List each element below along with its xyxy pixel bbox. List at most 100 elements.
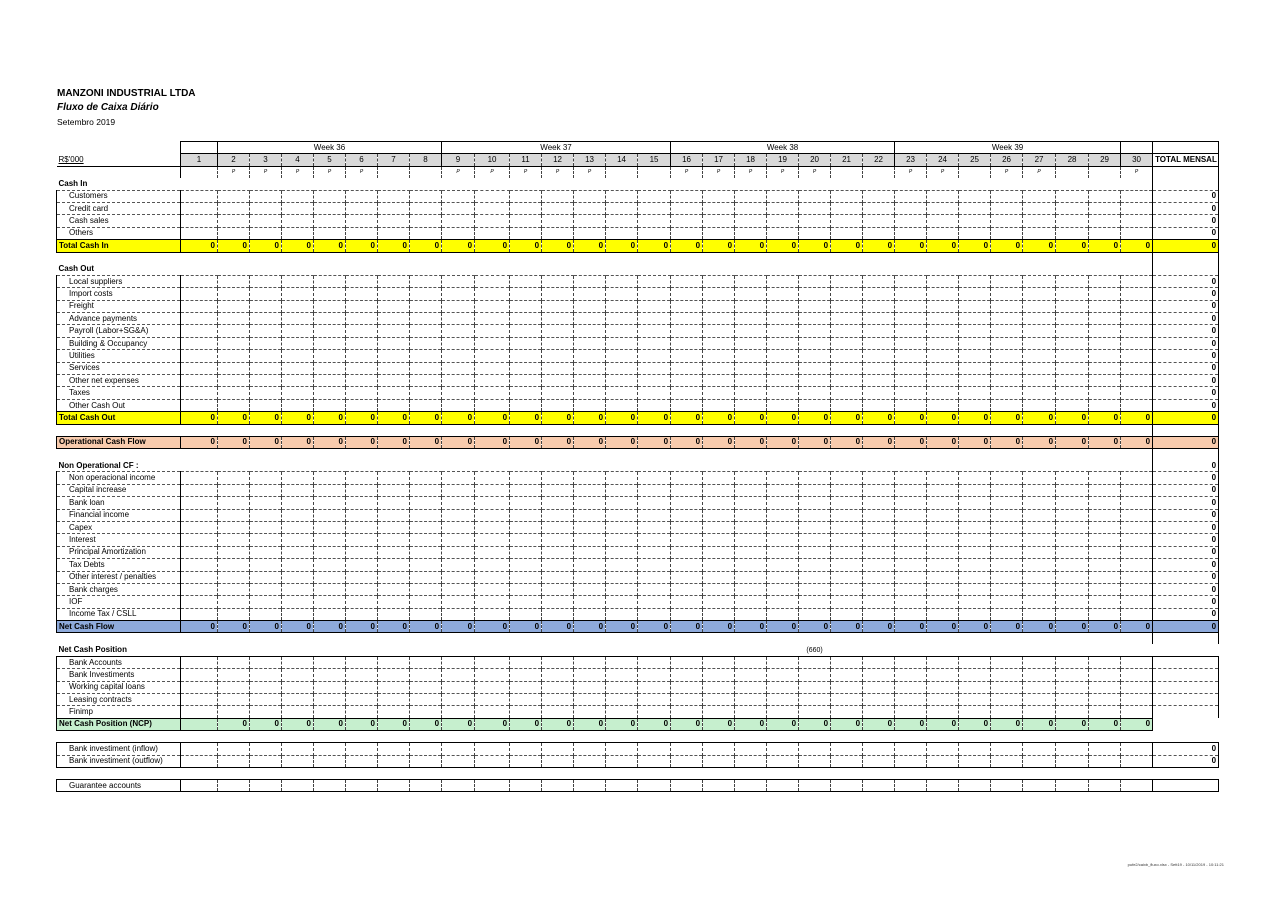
day-total: 0 (1120, 620, 1153, 634)
total-cash-in-value: 0 (1152, 239, 1220, 253)
day-cell (958, 558, 991, 571)
day-cell (573, 274, 606, 288)
day-cell (377, 655, 410, 669)
day-cell (345, 189, 378, 203)
day-cell (217, 287, 250, 301)
day-cell (313, 508, 346, 522)
day-total: 0 (217, 717, 250, 732)
day-cell (958, 655, 991, 669)
empty-cell (475, 644, 510, 656)
day-cell (408, 189, 442, 203)
spacer (1089, 767, 1121, 779)
day-cell (637, 483, 671, 497)
day-total: 0 (702, 620, 735, 634)
day-cell (926, 471, 959, 485)
day-cell (573, 299, 606, 313)
day-cell (474, 520, 510, 534)
spacer-total (1152, 448, 1220, 460)
empty-cell (1056, 460, 1089, 472)
day-cell (958, 374, 991, 387)
day-cell (1120, 558, 1153, 571)
day-cell (474, 496, 510, 510)
day-cell (281, 558, 314, 571)
day-header-30: 30 (1120, 153, 1153, 167)
day-cell (1022, 595, 1056, 609)
day-cell (670, 520, 703, 534)
day-cell (180, 655, 218, 669)
day-total: 0 (217, 435, 250, 450)
day-cell (408, 545, 442, 559)
operational-cash-flow-value: 0 (1152, 435, 1220, 450)
day-cell (474, 680, 510, 694)
empty-cell (1089, 460, 1121, 472)
day-cell (894, 336, 927, 350)
p-mark: P (990, 166, 1023, 179)
day-cell (830, 655, 863, 669)
day-cell (1055, 398, 1089, 412)
day-total: 0 (637, 435, 671, 450)
day-total: 0 (408, 411, 442, 425)
day-total: 0 (541, 411, 574, 425)
day-cell (1055, 558, 1089, 571)
day-cell (180, 545, 218, 559)
spacer (1023, 448, 1056, 460)
day-cell (281, 778, 314, 793)
day-cell (637, 705, 671, 719)
day-cell (408, 349, 442, 363)
empty-cell (542, 178, 574, 190)
day-cell (217, 595, 250, 609)
day-cell (734, 655, 767, 669)
day-cell (798, 214, 831, 228)
day-cell (1055, 508, 1089, 522)
day-cell (217, 570, 250, 584)
day-cell (766, 496, 799, 510)
day-total: 0 (377, 411, 410, 425)
day-cell (441, 778, 475, 793)
day-total: 0 (862, 717, 895, 732)
day-cell (509, 496, 542, 510)
day-total: 0 (345, 239, 378, 253)
non-op-item-row: IOF 0 (56, 595, 1220, 609)
empty-cell (475, 460, 510, 472)
day-cell (830, 299, 863, 313)
day-cell (249, 336, 282, 350)
day-cell (217, 778, 250, 793)
day-cell (926, 742, 959, 756)
day-cell (408, 386, 442, 400)
spacer (1023, 731, 1056, 743)
cash-out-item-row: Advance payments 0 (56, 312, 1220, 325)
day-header-4: 4 (281, 153, 314, 167)
day-header-17: 17 (702, 153, 735, 167)
empty-cell (410, 644, 442, 656)
cash-in-item-row: Cash sales 0 (56, 214, 1220, 228)
day-header-8: 8 (408, 153, 442, 167)
day-cell (734, 692, 767, 706)
day-cell (894, 471, 927, 485)
day-cell (637, 386, 671, 400)
day-cell (249, 778, 282, 793)
empty-cell (542, 264, 574, 276)
day-cell (1055, 214, 1089, 228)
day-cell (377, 668, 410, 682)
day-cell (766, 274, 799, 288)
day-cell (249, 226, 282, 240)
day-cell (958, 398, 991, 412)
p-marks-row: PPPPPPPPPPPPPPPPPPPP (56, 165, 1220, 179)
day-cell (605, 778, 638, 793)
day-cell (1088, 214, 1121, 228)
day-cell (830, 324, 863, 338)
day-total: 0 (1120, 435, 1153, 450)
empty-cell (671, 460, 703, 472)
p-mark: P (541, 166, 574, 179)
day-cell (990, 287, 1023, 301)
day-cell (1088, 299, 1121, 313)
day-cell (894, 374, 927, 387)
day-cell (217, 349, 250, 363)
empty-cell (703, 644, 735, 656)
day-cell (474, 361, 510, 375)
day-cell (990, 778, 1023, 793)
spacer (1056, 767, 1089, 779)
day-cell (408, 324, 442, 338)
p-mark: P (509, 166, 542, 179)
day-cell (637, 324, 671, 338)
